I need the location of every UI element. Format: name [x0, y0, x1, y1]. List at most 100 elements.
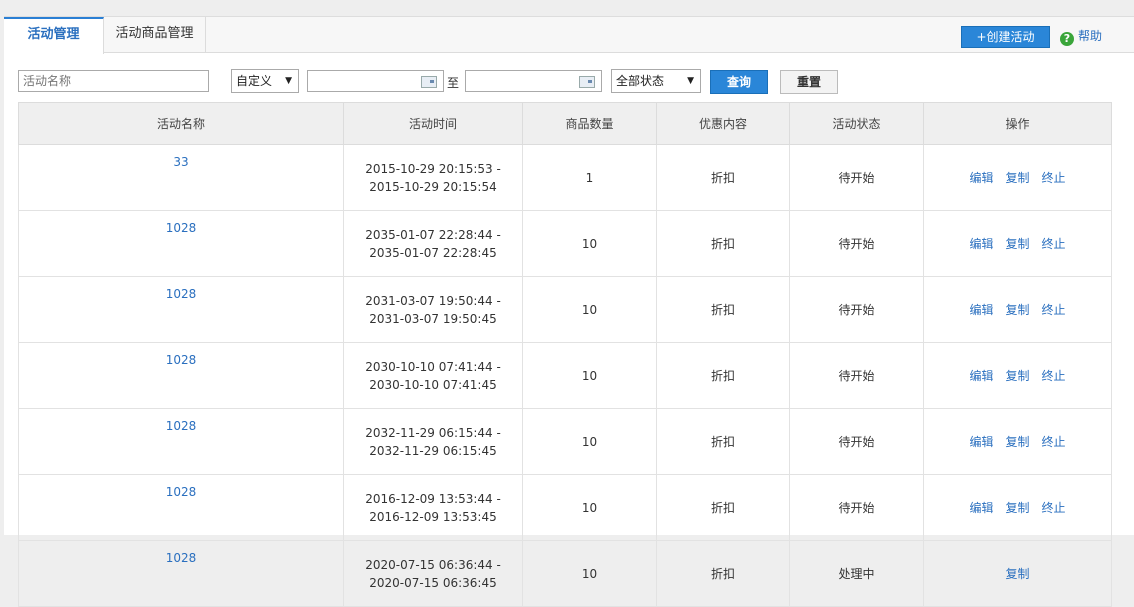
status-cell: 待开始 [789, 276, 924, 343]
header-activity-time: 活动时间 [343, 102, 523, 145]
activity-name-cell: 1028 [18, 474, 344, 541]
activity-end-time: 2015-10-29 20:15:54 [369, 179, 497, 194]
dropdown-arrow-icon: ▼ [687, 76, 694, 86]
product-count-cell: 1 [522, 144, 657, 211]
action-edit-link[interactable]: 编辑 [969, 501, 993, 515]
action-edit-link[interactable]: 编辑 [969, 171, 993, 185]
activity-time-cell: 2030-10-10 07:41:44 - 2030-10-10 07:41:45 [343, 342, 523, 409]
activity-name-link[interactable]: 1028 [166, 551, 197, 565]
calendar-icon[interactable] [421, 76, 437, 88]
discount-cell: 折扣 [656, 540, 790, 607]
start-date-input[interactable] [307, 70, 444, 92]
action-stop-link[interactable]: 终止 [1042, 369, 1066, 383]
table-header-row: 活动名称 活动时间 商品数量 优惠内容 活动状态 操作 [18, 102, 1112, 145]
status-select-value: 全部状态 [616, 74, 665, 88]
actions-cell: 编辑 复制 终止 [923, 276, 1112, 343]
activity-name-link[interactable]: 1028 [166, 419, 197, 433]
activity-end-time: 2035-01-07 22:28:45 [369, 245, 497, 260]
status-cell: 待开始 [789, 408, 924, 475]
tab-activity-management[interactable]: 活动管理 [4, 17, 104, 54]
activity-end-time: 2031-03-07 19:50:45 [369, 311, 497, 326]
activity-name-link[interactable]: 1028 [166, 353, 197, 367]
actions-cell: 编辑 复制 终止 [923, 144, 1112, 211]
actions-cell: 复制 [923, 540, 1112, 607]
discount-cell: 折扣 [656, 210, 790, 277]
activity-start-time: 2020-07-15 06:36:44 - [365, 557, 501, 572]
status-cell: 待开始 [789, 474, 924, 541]
actions-cell: 编辑 复制 终止 [923, 474, 1112, 541]
activity-end-time: 2032-11-29 06:15:45 [369, 443, 497, 458]
time-mode-select[interactable]: 自定义 ▼ [231, 69, 299, 93]
help-link[interactable]: ? 帮助 [1060, 27, 1103, 46]
activity-name-link[interactable]: 1028 [166, 221, 197, 235]
discount-cell: 折扣 [656, 342, 790, 409]
end-date-input[interactable] [465, 70, 602, 92]
table-row: 1028 2032-11-29 06:15:44 - 2032-11-29 06:1… [18, 408, 1112, 475]
action-copy-link[interactable]: 复制 [1005, 435, 1029, 449]
status-cell: 待开始 [789, 144, 924, 211]
table-row: 1028 2016-12-09 13:53:44 -2016-12-09 13:5… [18, 474, 1112, 541]
action-stop-link[interactable]: 终止 [1042, 501, 1066, 515]
status-cell: 待开始 [789, 342, 924, 409]
activity-name-cell: 1028 [18, 408, 344, 475]
activity-name-link[interactable]: 33 [173, 155, 188, 169]
action-edit-link[interactable]: 编辑 [969, 435, 993, 449]
product-count-cell: 10 [522, 408, 657, 475]
table-body: 33 2015-10-29 20:15:53 -2015-10-29 20:15:… [18, 144, 1112, 607]
action-copy-link[interactable]: 复制 [1005, 237, 1029, 251]
action-copy-link[interactable]: 复制 [1005, 369, 1029, 383]
discount-cell: 折扣 [656, 144, 790, 211]
activity-start-time: 2032-11-29 06:15:44 - [365, 425, 501, 440]
action-stop-link[interactable]: 终止 [1042, 171, 1066, 185]
activity-name-cell: 1028 [18, 342, 344, 409]
product-count-cell: 10 [522, 540, 657, 607]
status-select[interactable]: 全部状态 ▼ [611, 69, 701, 93]
reset-button[interactable]: 重置 [780, 70, 838, 94]
action-edit-link[interactable]: 编辑 [969, 303, 993, 317]
tab-activity-product-management[interactable]: 活动商品管理 [104, 17, 206, 52]
activity-start-time: 2035-01-07 22:28:44 - [365, 227, 501, 242]
activity-name-cell: 1028 [18, 276, 344, 343]
activity-start-time: 2030-10-10 07:41:44 - [365, 359, 501, 374]
activity-time-cell: 2031-03-07 19:50:44 - 2031-03-07 19:50:45 [343, 276, 523, 343]
header-activity-name: 活动名称 [18, 102, 344, 145]
date-separator: 至 [447, 76, 460, 90]
action-edit-link[interactable]: 编辑 [969, 237, 993, 251]
action-stop-link[interactable]: 终止 [1042, 435, 1066, 449]
table-row: 1028 2035-01-07 22:28:44 -2035-01-07 22:2… [18, 210, 1112, 277]
activity-name-cell: 1028 [18, 540, 344, 607]
activity-end-time: 2016-12-09 13:53:45 [369, 509, 497, 524]
query-button[interactable]: 查询 [710, 70, 768, 94]
actions-cell: 编辑 复制 终止 [923, 408, 1112, 475]
time-mode-value: 自定义 [236, 74, 273, 88]
actions-cell: 编辑 复制 终止 [923, 210, 1112, 277]
action-copy-link[interactable]: 复制 [1005, 171, 1029, 185]
product-count-cell: 10 [522, 342, 657, 409]
table-row: 1028 2030-10-10 07:41:44 -2030-10-10 07:4… [18, 342, 1112, 409]
activity-time-cell: 2035-01-07 22:28:44 - 2035-01-07 22:28:45 [343, 210, 523, 277]
activity-panel: 活动管理 活动商品管理 +创建活动 ?帮助 自定义 ▼ 至 全部状态 ▼ 查询 … [4, 16, 1134, 607]
activity-time-cell: 2016-12-09 13:53:44 - 2016-12-09 13:53:45 [343, 474, 523, 541]
action-copy-link[interactable]: 复制 [1005, 567, 1029, 581]
product-count-cell: 10 [522, 210, 657, 277]
table-row: 1028 2020-07-15 06:36:44 -2020-07-15 06:3… [18, 540, 1112, 607]
action-stop-link[interactable]: 终止 [1042, 303, 1066, 317]
discount-cell: 折扣 [656, 276, 790, 343]
action-copy-link[interactable]: 复制 [1005, 501, 1029, 515]
dropdown-arrow-icon: ▼ [285, 76, 292, 86]
product-count-cell: 10 [522, 276, 657, 343]
action-stop-link[interactable]: 终止 [1042, 237, 1066, 251]
calendar-icon[interactable] [579, 76, 595, 88]
help-label: 帮助 [1078, 29, 1103, 43]
activity-start-time: 2031-03-07 19:50:44 - [365, 293, 501, 308]
activity-name-input[interactable] [18, 70, 209, 92]
action-edit-link[interactable]: 编辑 [969, 369, 993, 383]
action-copy-link[interactable]: 复制 [1005, 303, 1029, 317]
activity-table: 活动名称 活动时间 商品数量 优惠内容 活动状态 操作 33 2015-10-29… [18, 102, 1112, 607]
create-activity-button[interactable]: +创建活动 [961, 26, 1050, 48]
activity-name-link[interactable]: 1028 [166, 485, 197, 499]
table-row: 33 2015-10-29 20:15:53 -2015-10-29 20:15:… [18, 144, 1112, 211]
discount-cell: 折扣 [656, 408, 790, 475]
activity-name-link[interactable]: 1028 [166, 287, 197, 301]
header-actions: 操作 [923, 102, 1112, 145]
